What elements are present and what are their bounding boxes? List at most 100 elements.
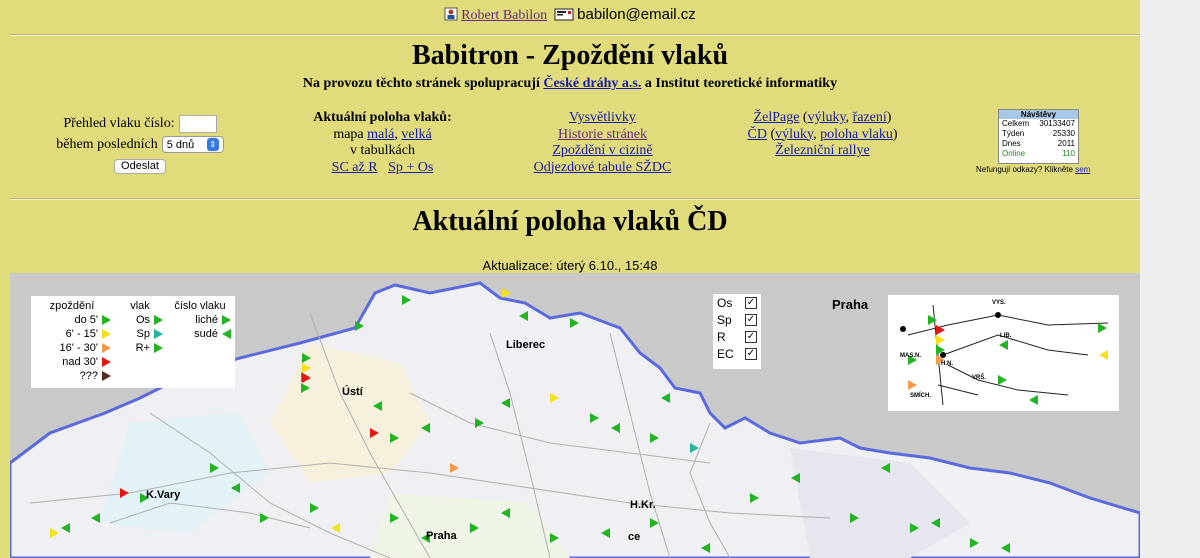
positions-block: Aktuální poloha vlaků: mapa malá, velká …: [300, 110, 465, 176]
inset-label-vrs: VRŠ.: [972, 375, 987, 381]
triangle-icon: [102, 343, 111, 353]
link-cd-vyluky[interactable]: výluky: [775, 127, 813, 142]
visit-counter: Návštěvy Celkem 30133407 Týden 25330 Dnes 2…: [998, 109, 1079, 164]
triangle-icon: [222, 315, 231, 325]
counter-value: 110: [1062, 149, 1075, 158]
train-type-label: Sp: [136, 328, 150, 340]
train-header: vlak: [130, 300, 150, 312]
contact-bar: Robert Babilon babilon@email.cz: [0, 6, 1140, 24]
counter-value: 25330: [1052, 129, 1075, 138]
delay-legend: zpoždění do 5' 6' - 15' 16' - 30' nad 30…: [33, 299, 111, 383]
praha-inset-map[interactable]: VYS. LIB. MAS.N. H.N. VRŠ. SMÍCH.: [888, 295, 1119, 411]
link-cd[interactable]: ČD: [748, 127, 767, 142]
inset-label-vys: VYS.: [992, 300, 1006, 306]
train-number-label: Přehled vlaku číslo:: [63, 115, 175, 131]
checkbox-sp[interactable]: ✓: [745, 313, 757, 326]
link-abroad[interactable]: Zpoždění v cizině: [552, 143, 652, 158]
counter-label: Online: [1002, 149, 1026, 158]
train-type-label: R+: [135, 342, 150, 354]
rail-links: ŽelPage (výluky, řazení) ČD (výluky, pol…: [747, 110, 898, 158]
submit-button[interactable]: Odeslat: [114, 159, 166, 174]
city-praha: Praha: [426, 530, 457, 542]
period-select-value: 5 dnů: [166, 138, 195, 151]
link-poloha[interactable]: poloha vlaku: [820, 127, 893, 142]
counter-label: Dnes: [1002, 139, 1021, 148]
page-title: Babitron - Zpoždění vlaků: [411, 40, 729, 71]
period-label: během posledních: [56, 136, 158, 152]
counter-label: Celkem: [1002, 119, 1030, 128]
counter-value: 30133407: [1039, 119, 1075, 128]
page-right-margin: [1140, 0, 1200, 558]
link-history[interactable]: Historie stránek: [558, 127, 647, 142]
map-heading: Aktuální poloha vlaků ČD: [412, 206, 728, 237]
train-search-form: Přehled vlaku číslo: během posledních 5 …: [40, 113, 240, 176]
checkbox-r[interactable]: ✓: [745, 330, 757, 343]
divider: [10, 198, 1140, 200]
number-label: sudé: [194, 328, 218, 340]
inset-label-masn: MAS.N.: [900, 353, 921, 359]
filter-label: EC: [717, 346, 734, 361]
counter-title: Návštěvy: [999, 110, 1078, 119]
counter-label: Týden: [1002, 129, 1025, 138]
inset-label-lib: LIB.: [1000, 333, 1012, 339]
delay-label: nad 30': [62, 356, 98, 368]
tables-label: v tabulkách: [350, 143, 415, 158]
person-icon: [444, 7, 458, 21]
envelope-icon: [554, 7, 574, 21]
triangle-icon: [102, 371, 111, 381]
city-usti: Ústí: [342, 386, 363, 398]
tables-sp-os-link[interactable]: Sp + Os: [388, 160, 433, 175]
link-departure-boards[interactable]: Odjezdové tabule SŽDC: [534, 160, 672, 175]
city-pardubice: ce: [628, 531, 641, 543]
divider: [10, 34, 1140, 36]
broken-links-note: Nefungují odkazy? Klikněte sem: [976, 165, 1090, 174]
author-link[interactable]: Robert Babilon: [461, 8, 547, 23]
email-address: babilon@email.cz: [577, 6, 696, 23]
checkbox-os[interactable]: ✓: [745, 296, 757, 309]
broken-links-link[interactable]: sem: [1075, 165, 1090, 174]
train-type-label: Os: [135, 314, 150, 326]
subtitle-prefix: Na provozu těchto stránek spolupracují: [302, 76, 540, 91]
triangle-icon: [154, 343, 163, 353]
map-small-link[interactable]: malá: [367, 127, 394, 142]
praha-inset-label: Praha: [832, 297, 869, 312]
city-liberec: Liberec: [506, 339, 546, 351]
update-time: Aktualizace: úterý 6.10., 15:48: [482, 258, 658, 273]
tables-sc-r-link[interactable]: SC až R: [332, 160, 378, 175]
city-hradec-kralove: H.Kr.: [630, 499, 656, 511]
link-razeni[interactable]: řazení: [853, 110, 887, 125]
delay-label: do 5': [74, 314, 98, 326]
train-map[interactable]: zpoždění do 5' 6' - 15' 16' - 30' nad 30…: [10, 273, 1140, 558]
positions-heading: Aktuální poloha vlaků:: [313, 110, 452, 125]
train-number-input[interactable]: [178, 114, 217, 133]
link-zelpage[interactable]: ŽelPage: [754, 110, 800, 125]
delay-label: 6' - 15': [65, 328, 98, 340]
delay-label: 16' - 30': [59, 342, 98, 354]
link-rallye[interactable]: Železniční rallye: [775, 143, 869, 158]
delay-label: ???: [79, 370, 98, 382]
triangle-icon: [154, 329, 163, 339]
checkbox-ec[interactable]: ✓: [745, 347, 757, 360]
link-vyluky[interactable]: výluky: [808, 110, 846, 125]
info-links: Vysvětlivky Historie stránek Zpoždění v …: [520, 110, 685, 176]
inset-label-smich: SMÍCH.: [910, 393, 931, 399]
partner-link[interactable]: České dráhy a.s.: [543, 76, 641, 91]
inset-label-hn: H.N.: [941, 361, 953, 367]
link-explanations[interactable]: Vysvětlivky: [569, 110, 636, 125]
triangle-icon: [102, 357, 111, 367]
number-header: číslo vlaku: [174, 300, 226, 312]
period-select[interactable]: 5 dnů ⇕: [161, 136, 224, 153]
subtitle-suffix: a Institut teoretické informatiky: [644, 76, 838, 91]
counter-value: 2011: [1057, 139, 1075, 148]
train-type-filter: Os ✓ Sp ✓ R ✓ EC ✓: [713, 294, 761, 369]
triangle-icon: [102, 329, 111, 339]
filter-label: Os: [717, 295, 733, 310]
number-label: liché: [195, 314, 218, 326]
train-number-legend: číslo vlaku liché sudé: [169, 299, 231, 341]
map-legend: zpoždění do 5' 6' - 15' 16' - 30' nad 30…: [31, 296, 235, 388]
broken-links-text: Nefungují odkazy? Klikněte: [976, 165, 1073, 174]
page-subtitle: Na provozu těchto stránek spolupracují Č…: [0, 76, 1140, 92]
map-prefix: mapa: [333, 126, 364, 142]
map-large-link[interactable]: velká: [401, 127, 431, 142]
filter-label: R: [717, 329, 726, 344]
